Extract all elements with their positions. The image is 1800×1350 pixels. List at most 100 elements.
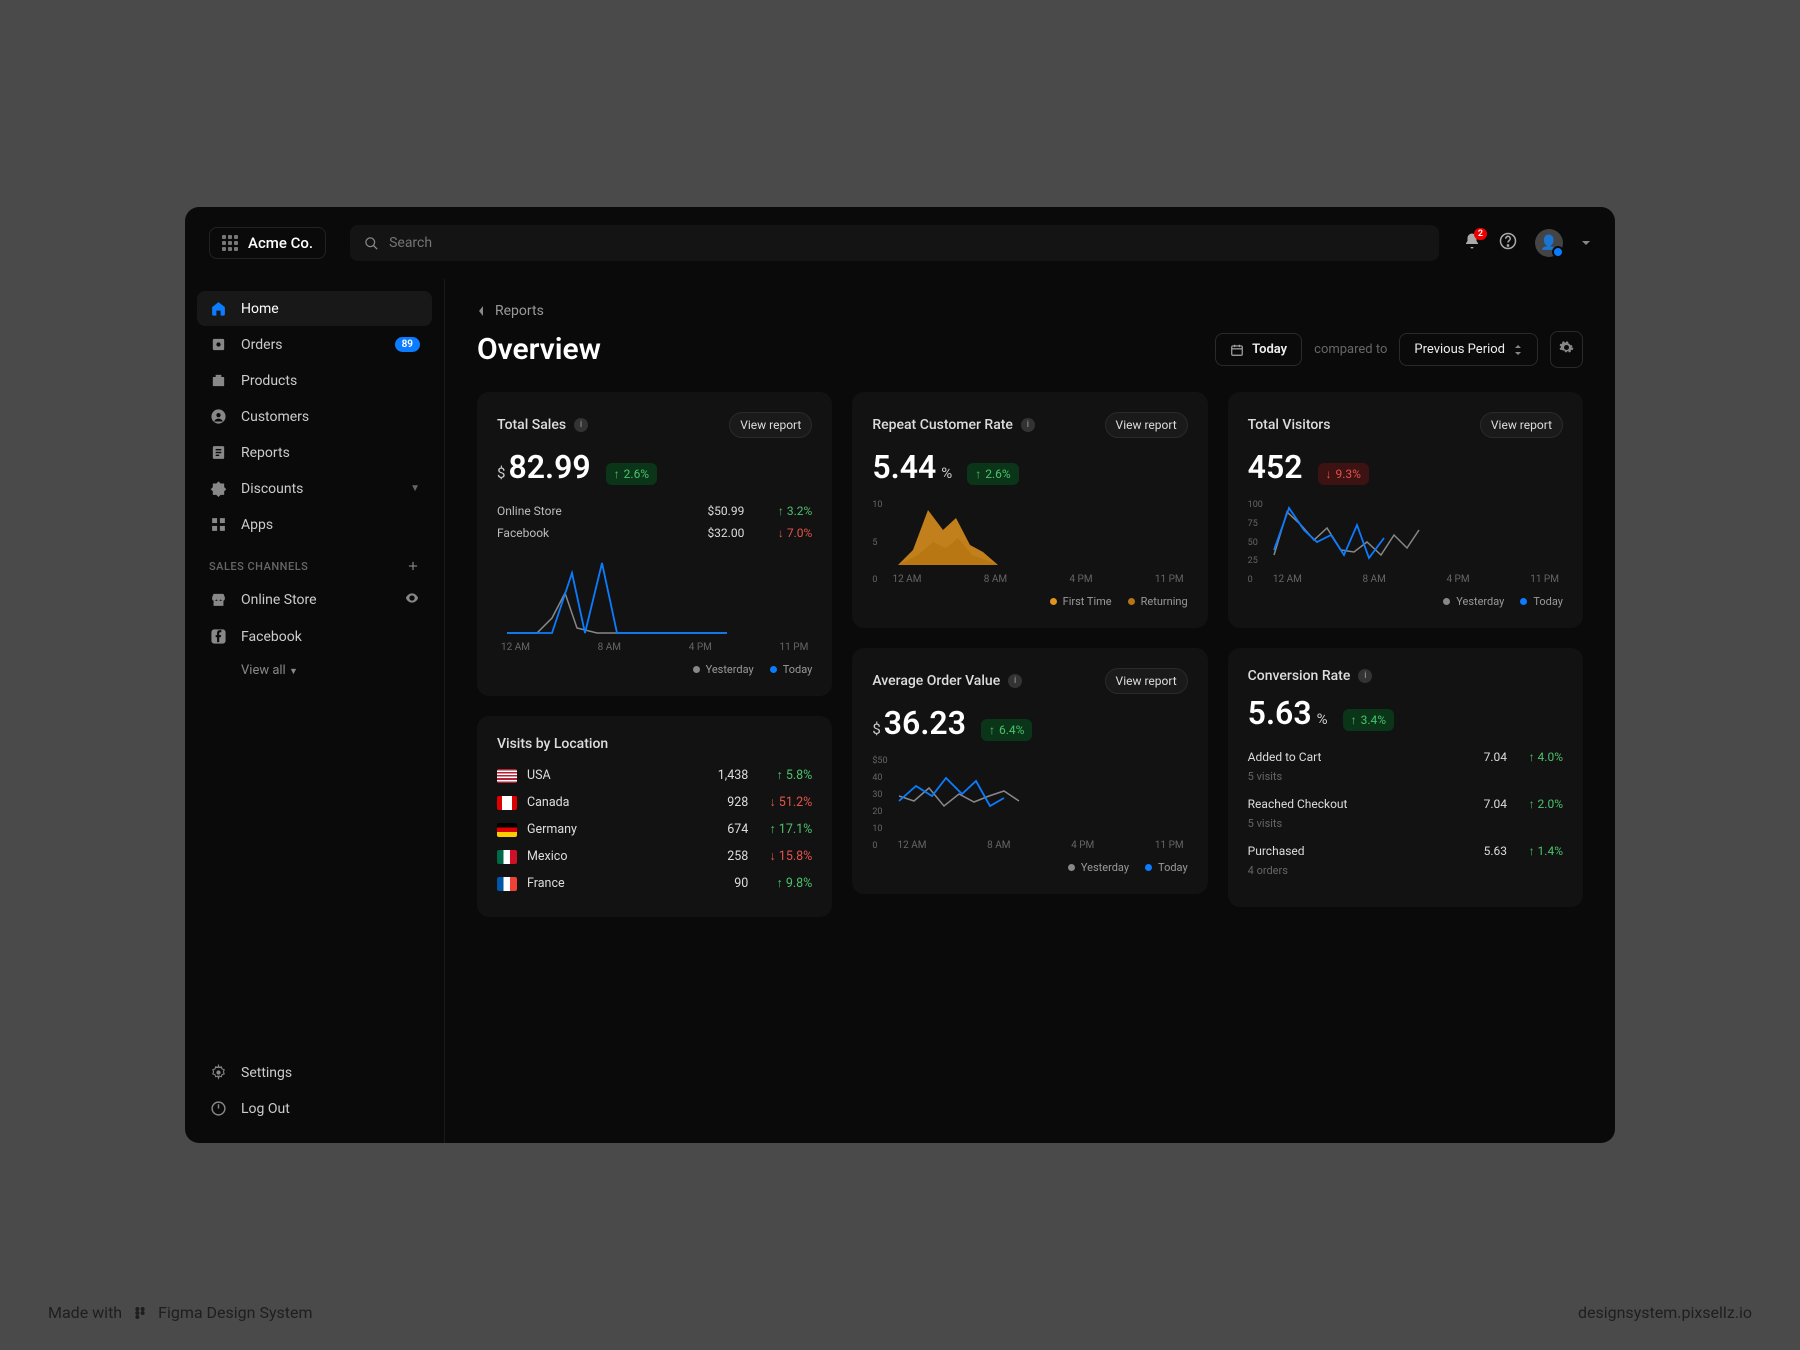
home-icon bbox=[209, 300, 227, 317]
sidebar-item-online-store[interactable]: Online Store bbox=[197, 581, 432, 618]
search-icon bbox=[364, 236, 379, 251]
customers-icon bbox=[209, 408, 227, 425]
orders-icon bbox=[209, 336, 227, 353]
legend-item: Yesterday bbox=[693, 663, 754, 676]
sidebar-item-facebook[interactable]: Facebook bbox=[197, 619, 432, 654]
repeat-value: 5.44 bbox=[872, 448, 936, 486]
legend-item: Yesterday bbox=[1443, 595, 1504, 608]
sidebar-item-home[interactable]: Home bbox=[197, 291, 432, 326]
reports-icon bbox=[209, 444, 227, 461]
brand[interactable]: Acme Co. bbox=[209, 227, 326, 259]
footer-left: Made with Figma Design System bbox=[48, 1303, 313, 1322]
gear-icon bbox=[209, 1064, 227, 1081]
flag-icon bbox=[497, 796, 517, 810]
conversion-value: 5.63 bbox=[1248, 694, 1312, 732]
visitors-value: 452 bbox=[1248, 448, 1303, 486]
view-report-button[interactable]: View report bbox=[1480, 412, 1563, 438]
info-icon[interactable]: i bbox=[1008, 674, 1022, 688]
gear-icon bbox=[1559, 340, 1574, 355]
info-icon[interactable]: i bbox=[1021, 418, 1035, 432]
nav-badge: 89 bbox=[395, 337, 420, 352]
avatar[interactable]: 👤 bbox=[1535, 229, 1563, 257]
sidebar-item-discounts[interactable]: Discounts▼ bbox=[197, 471, 432, 506]
location-row: Canada928↓ 51.2% bbox=[497, 789, 812, 816]
card-aov: Average Order Valuei View report $36.23↑… bbox=[852, 648, 1207, 894]
search-input[interactable] bbox=[389, 235, 1425, 251]
metric-row: Facebook$32.00↓ 7.0% bbox=[497, 522, 812, 544]
sidebar: HomeOrders89ProductsCustomersReportsDisc… bbox=[185, 279, 445, 1143]
info-icon[interactable]: i bbox=[574, 418, 588, 432]
compared-to-label: compared to bbox=[1314, 342, 1387, 357]
help-icon bbox=[1499, 232, 1517, 250]
chevron-down-icon: ▼ bbox=[410, 483, 420, 494]
notification-badge: 2 bbox=[1474, 228, 1487, 240]
sales-channels-header: SALES CHANNELS bbox=[197, 543, 432, 581]
total-sales-chart: 12 AM8 AM4 PM11 PM YesterdayToday bbox=[497, 558, 812, 676]
view-report-button[interactable]: View report bbox=[729, 412, 812, 438]
sort-icon bbox=[1513, 344, 1523, 356]
calendar-icon bbox=[1230, 343, 1244, 357]
breadcrumb[interactable]: Reports bbox=[477, 303, 1583, 319]
apps-icon bbox=[209, 516, 227, 533]
card-visitors: Total Visitors View report 452↓ 9.3% 100… bbox=[1228, 392, 1583, 628]
sidebar-item-products[interactable]: Products bbox=[197, 363, 432, 398]
sidebar-item-orders[interactable]: Orders89 bbox=[197, 327, 432, 362]
page-title: Overview bbox=[477, 332, 601, 367]
location-row: Mexico258↓ 15.8% bbox=[497, 843, 812, 870]
eye-icon[interactable] bbox=[404, 590, 420, 609]
search-field[interactable] bbox=[350, 225, 1439, 261]
card-repeat-customer: Repeat Customer Ratei View report 5.44%↑… bbox=[852, 392, 1207, 628]
app-window: Acme Co. 2 👤 HomeOrders89ProductsCustome… bbox=[185, 207, 1615, 1143]
location-row: USA1,438↑ 5.8% bbox=[497, 762, 812, 789]
plus-icon[interactable] bbox=[406, 559, 420, 573]
card-visits-location: Visits by Location USA1,438↑ 5.8%Canada9… bbox=[477, 716, 832, 917]
sidebar-item-log-out[interactable]: Log Out bbox=[197, 1091, 432, 1126]
period-select[interactable]: Previous Period bbox=[1399, 333, 1538, 366]
figma-icon bbox=[132, 1305, 148, 1321]
topbar-actions: 2 👤 bbox=[1463, 229, 1591, 257]
discounts-icon bbox=[209, 480, 227, 497]
store-icon bbox=[209, 591, 227, 608]
flag-icon bbox=[497, 877, 517, 891]
sidebar-item-reports[interactable]: Reports bbox=[197, 435, 432, 470]
products-icon bbox=[209, 372, 227, 389]
metric-row: Online Store$50.99↑ 3.2% bbox=[497, 500, 812, 522]
main-content: Reports Overview Today compared to Previ… bbox=[445, 279, 1615, 1143]
brand-grid-icon bbox=[222, 235, 238, 251]
sidebar-item-settings[interactable]: Settings bbox=[197, 1055, 432, 1090]
legend-item: Returning bbox=[1128, 595, 1188, 608]
topbar: Acme Co. 2 👤 bbox=[185, 207, 1615, 279]
cards-grid: Total Salesi View report $82.99↑ 2.6% On… bbox=[477, 392, 1583, 917]
legend-item: Today bbox=[1145, 861, 1188, 874]
conversion-row: Reached Checkout7.04↑ 2.0% bbox=[1248, 793, 1563, 815]
flag-icon bbox=[497, 850, 517, 864]
info-icon[interactable]: i bbox=[1358, 669, 1372, 683]
location-row: Germany674↑ 17.1% bbox=[497, 816, 812, 843]
legend-item: First Time bbox=[1050, 595, 1112, 608]
card-conversion: Conversion Ratei 5.63%↑ 3.4% Added to Ca… bbox=[1228, 648, 1583, 907]
help-button[interactable] bbox=[1499, 232, 1517, 254]
legend-item: Today bbox=[770, 663, 813, 676]
card-total-sales: Total Salesi View report $82.99↑ 2.6% On… bbox=[477, 392, 832, 696]
notifications-button[interactable]: 2 bbox=[1463, 232, 1481, 254]
power-icon bbox=[209, 1100, 227, 1117]
aov-value: 36.23 bbox=[884, 704, 966, 742]
legend-item: Yesterday bbox=[1068, 861, 1129, 874]
location-row: France90↑ 9.8% bbox=[497, 870, 812, 897]
view-report-button[interactable]: View report bbox=[1105, 412, 1188, 438]
facebook-icon bbox=[209, 628, 227, 645]
date-picker[interactable]: Today bbox=[1215, 333, 1302, 366]
flag-icon bbox=[497, 769, 517, 783]
legend-item: Today bbox=[1520, 595, 1563, 608]
flag-icon bbox=[497, 823, 517, 837]
conversion-row: Added to Cart7.04↑ 4.0% bbox=[1248, 746, 1563, 768]
view-all-channels[interactable]: View all ▼ bbox=[197, 655, 432, 686]
total-sales-value: 82.99 bbox=[508, 448, 590, 486]
chevron-down-icon[interactable] bbox=[1581, 238, 1591, 248]
sidebar-item-customers[interactable]: Customers bbox=[197, 399, 432, 434]
view-report-button[interactable]: View report bbox=[1105, 668, 1188, 694]
page-actions: Today compared to Previous Period bbox=[1215, 331, 1583, 368]
settings-panel-button[interactable] bbox=[1550, 331, 1583, 368]
sidebar-item-apps[interactable]: Apps bbox=[197, 507, 432, 542]
conversion-row: Purchased5.63↑ 1.4% bbox=[1248, 840, 1563, 862]
